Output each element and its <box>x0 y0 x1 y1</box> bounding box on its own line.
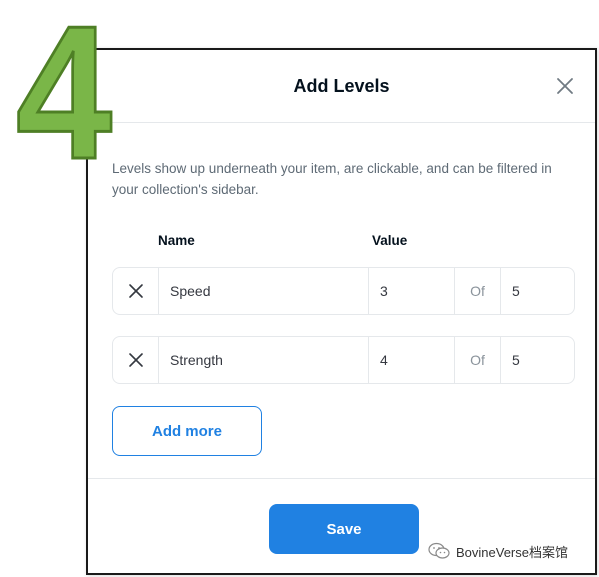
x-icon <box>128 353 143 367</box>
step-number-graphic: 4 <box>15 8 114 168</box>
footer-divider <box>88 478 595 479</box>
level-max-input[interactable] <box>501 268 574 314</box>
level-value-input[interactable] <box>369 268 454 314</box>
watermark-text: BovineVerse档案馆 <box>456 544 568 560</box>
add-levels-dialog: Add Levels Levels show up underneath you… <box>86 48 597 575</box>
screenshot-stage: 4 Add Levels Levels show up underneath y… <box>0 0 599 577</box>
x-icon <box>128 284 143 298</box>
column-header-name: Name <box>158 233 195 248</box>
level-name-cell <box>159 268 369 314</box>
level-row: Of <box>112 336 575 384</box>
dialog-header: Add Levels <box>88 50 595 123</box>
of-label: Of <box>455 268 501 314</box>
level-name-input[interactable] <box>159 268 368 314</box>
level-max-cell <box>501 337 574 383</box>
level-name-input[interactable] <box>159 337 368 383</box>
level-value-input[interactable] <box>369 337 454 383</box>
level-value-cell <box>369 337 455 383</box>
of-label: Of <box>455 337 501 383</box>
level-max-cell <box>501 268 574 314</box>
remove-level-button[interactable] <box>113 337 159 383</box>
close-button[interactable] <box>555 76 575 96</box>
remove-level-button[interactable] <box>113 268 159 314</box>
dialog-description: Levels show up underneath your item, are… <box>112 161 552 197</box>
level-value-cell <box>369 268 455 314</box>
column-header-value: Value <box>372 233 408 248</box>
level-max-input[interactable] <box>501 337 574 383</box>
watermark: BovineVerse档案馆 <box>428 540 570 562</box>
close-icon <box>557 78 573 94</box>
wechat-icon <box>428 542 450 559</box>
add-more-button[interactable]: Add more <box>112 406 262 456</box>
save-button[interactable]: Save <box>269 504 419 554</box>
dialog-title: Add Levels <box>293 76 390 96</box>
level-row: Of <box>112 267 575 315</box>
level-name-cell <box>159 337 369 383</box>
step-number: 4 <box>16 8 112 168</box>
